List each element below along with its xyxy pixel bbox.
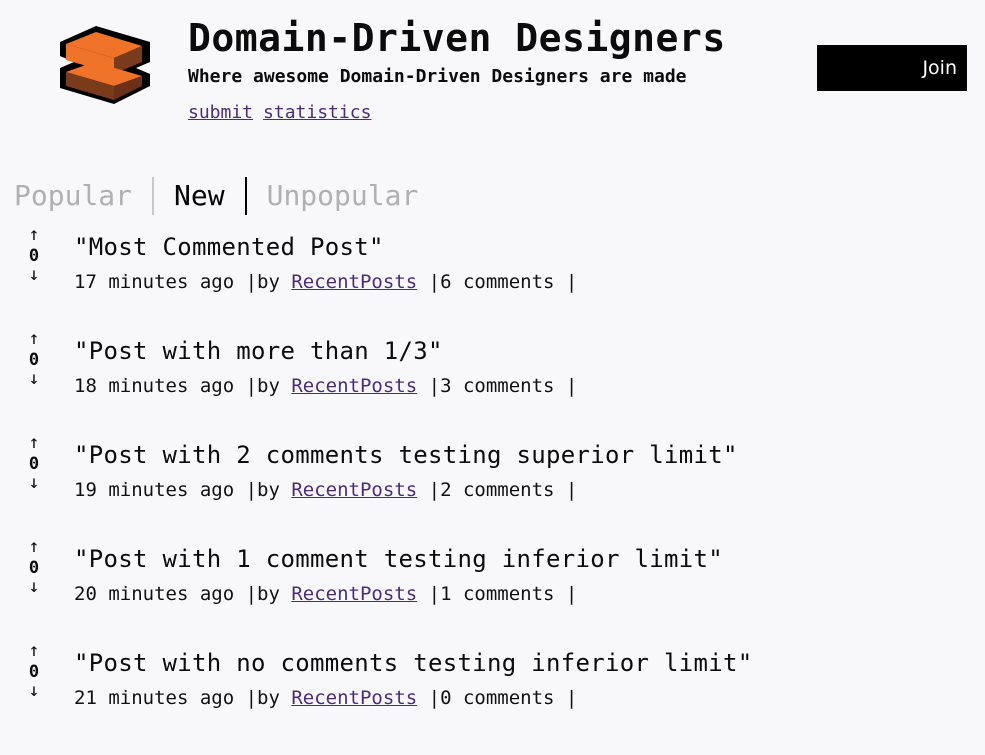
post-meta: 18 minutes ago |by RecentPosts |3 commen… xyxy=(74,374,577,398)
post-title[interactable]: "Post with more than 1/3" xyxy=(74,336,443,366)
vote-control: ↑ 0 ↓ xyxy=(22,538,46,598)
post-score: 0 xyxy=(28,454,40,474)
vote-control: ↑ 0 ↓ xyxy=(22,434,46,494)
header-links: submit statistics xyxy=(188,102,381,124)
arrow-up-icon[interactable]: ↑ xyxy=(22,226,46,246)
sort-tabs: Popular New Unpopular xyxy=(14,176,438,216)
submit-link[interactable]: submit xyxy=(188,102,253,123)
post-time: 18 minutes ago |by xyxy=(74,375,292,397)
arrow-down-icon[interactable]: ↓ xyxy=(22,682,46,702)
post-author-link[interactable]: RecentPosts xyxy=(291,271,417,293)
site-title: Domain-Driven Designers xyxy=(188,16,726,60)
post-comments: |2 comments | xyxy=(417,479,578,501)
statistics-link[interactable]: statistics xyxy=(263,102,371,123)
post-meta: 19 minutes ago |by RecentPosts |2 commen… xyxy=(74,478,577,502)
post-meta: 20 minutes ago |by RecentPosts |1 commen… xyxy=(74,582,577,606)
vote-control: ↑ 0 ↓ xyxy=(22,226,46,286)
site-subtitle: Where awesome Domain-Driven Designers ar… xyxy=(188,66,687,87)
post-item: ↑ 0 ↓ "Most Commented Post" 17 minutes a… xyxy=(0,226,985,326)
post-time: 21 minutes ago |by xyxy=(74,687,292,709)
arrow-down-icon[interactable]: ↓ xyxy=(22,370,46,390)
post-comments: |1 comments | xyxy=(417,583,578,605)
post-author-link[interactable]: RecentPosts xyxy=(291,375,417,397)
brick-logo-icon[interactable] xyxy=(58,24,152,106)
post-time: 17 minutes ago |by xyxy=(74,271,292,293)
post-score: 0 xyxy=(28,662,40,682)
post-item: ↑ 0 ↓ "Post with more than 1/3" 18 minut… xyxy=(0,330,985,430)
post-score: 0 xyxy=(28,350,40,370)
post-comments: |0 comments | xyxy=(417,687,578,709)
post-item: ↑ 0 ↓ "Post with no comments testing inf… xyxy=(0,642,985,742)
post-author-link[interactable]: RecentPosts xyxy=(291,479,417,501)
post-title[interactable]: "Post with 2 comments testing superior l… xyxy=(74,440,738,470)
post-author-link[interactable]: RecentPosts xyxy=(291,583,417,605)
post-meta: 17 minutes ago |by RecentPosts |6 commen… xyxy=(74,270,577,294)
tab-new[interactable]: New xyxy=(154,176,245,216)
post-item: ↑ 0 ↓ "Post with 1 comment testing infer… xyxy=(0,538,985,638)
arrow-up-icon[interactable]: ↑ xyxy=(22,642,46,662)
arrow-down-icon[interactable]: ↓ xyxy=(22,266,46,286)
arrow-down-icon[interactable]: ↓ xyxy=(22,578,46,598)
tab-popular[interactable]: Popular xyxy=(14,176,152,216)
post-time: 20 minutes ago |by xyxy=(74,583,292,605)
post-score: 0 xyxy=(28,246,40,266)
post-comments: |6 comments | xyxy=(417,271,578,293)
tab-unpopular[interactable]: Unpopular xyxy=(247,176,439,216)
post-title[interactable]: "Most Commented Post" xyxy=(74,232,384,262)
post-title[interactable]: "Post with no comments testing inferior … xyxy=(74,648,752,678)
post-score: 0 xyxy=(28,558,40,578)
post-comments: |3 comments | xyxy=(417,375,578,397)
arrow-down-icon[interactable]: ↓ xyxy=(22,474,46,494)
vote-control: ↑ 0 ↓ xyxy=(22,330,46,390)
post-title[interactable]: "Post with 1 comment testing inferior li… xyxy=(74,544,723,574)
arrow-up-icon[interactable]: ↑ xyxy=(22,330,46,350)
arrow-up-icon[interactable]: ↑ xyxy=(22,538,46,558)
join-button[interactable]: Join xyxy=(817,45,967,91)
post-time: 19 minutes ago |by xyxy=(74,479,292,501)
post-meta: 21 minutes ago |by RecentPosts |0 commen… xyxy=(74,686,577,710)
post-item: ↑ 0 ↓ "Post with 2 comments testing supe… xyxy=(0,434,985,534)
post-author-link[interactable]: RecentPosts xyxy=(291,687,417,709)
vote-control: ↑ 0 ↓ xyxy=(22,642,46,702)
arrow-up-icon[interactable]: ↑ xyxy=(22,434,46,454)
